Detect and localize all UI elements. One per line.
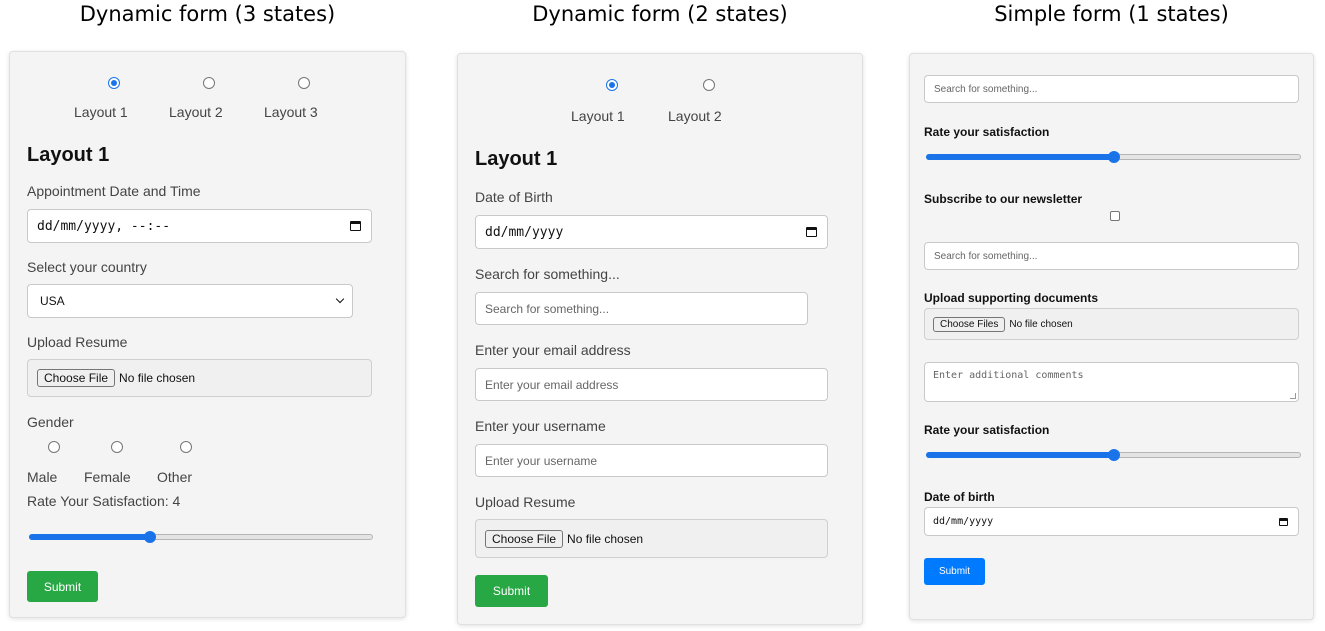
gender-other-radio[interactable]	[180, 441, 192, 453]
dob-label: Date of Birth	[475, 189, 553, 205]
form2-title: Dynamic form (2 states)	[532, 2, 788, 26]
choose-file-button[interactable]: Choose File	[37, 369, 116, 387]
country-select[interactable]: USA	[27, 284, 353, 318]
resume-file-input[interactable]: Choose File No file chosen	[475, 519, 828, 558]
form2-card: Layout 1 Layout 2 Layout 1 Date of Birth…	[457, 53, 863, 625]
comments-textarea[interactable]: Enter additional comments	[924, 362, 1299, 402]
docs-label: Upload supporting documents	[924, 291, 1098, 305]
layout2-radio[interactable]	[703, 79, 715, 91]
resume-file-input[interactable]: Choose File No file chosen	[27, 359, 372, 397]
dob-value: dd/mm/yyyy	[933, 516, 994, 527]
layout2-label[interactable]: Layout 2	[668, 108, 722, 124]
gender-male-label[interactable]: Male	[27, 469, 57, 485]
form1-card: Layout 1 Layout 2 Layout 3 Layout 1 Appo…	[9, 51, 406, 618]
form1-title: Dynamic form (3 states)	[79, 2, 336, 26]
layout1-radio[interactable]	[606, 79, 618, 91]
file-status: No file chosen	[119, 371, 196, 385]
country-value: USA	[40, 294, 65, 308]
gender-female-label[interactable]: Female	[84, 469, 131, 485]
username-placeholder: Enter your username	[485, 453, 598, 468]
file-status: No file chosen	[567, 531, 644, 546]
layout1-label[interactable]: Layout 1	[571, 108, 625, 124]
search-input-1[interactable]: Search for something...	[924, 75, 1299, 103]
layout2-label[interactable]: Layout 2	[169, 104, 223, 120]
resume-label: Upload Resume	[475, 494, 576, 510]
calendar-icon[interactable]	[350, 221, 361, 231]
satisfaction-label: Rate Your Satisfaction: 4	[27, 493, 181, 509]
calendar-icon[interactable]	[1279, 517, 1288, 526]
layout3-radio[interactable]	[298, 77, 310, 89]
email-input[interactable]: Enter your email address	[475, 368, 828, 401]
slider-fill	[29, 534, 150, 540]
appointment-value: dd/mm/yyyy, --:--	[37, 218, 171, 234]
dob-label: Date of birth	[924, 490, 995, 504]
satisfaction-slider-2[interactable]	[926, 449, 1301, 461]
form3-card: Search for something... Rate your satisf…	[909, 53, 1314, 620]
submit-button[interactable]: Submit	[475, 575, 548, 607]
docs-file-input[interactable]: Choose Files No file chosen	[924, 308, 1299, 340]
search-input-2[interactable]: Search for something...	[924, 242, 1299, 270]
search-input[interactable]: Search for something...	[475, 292, 808, 325]
gender-female-radio[interactable]	[111, 441, 123, 453]
layout3-label[interactable]: Layout 3	[264, 104, 318, 120]
choose-files-button[interactable]: Choose Files	[933, 316, 1006, 332]
satisfaction-slider-1[interactable]	[926, 151, 1301, 163]
resume-label: Upload Resume	[27, 334, 128, 350]
gender-male-radio[interactable]	[48, 441, 60, 453]
choose-file-button[interactable]: Choose File	[485, 529, 564, 548]
newsletter-label: Subscribe to our newsletter	[924, 192, 1083, 206]
file-status: No file chosen	[1009, 318, 1073, 330]
country-label: Select your country	[27, 259, 147, 275]
dob-value: dd/mm/yyyy	[485, 224, 564, 240]
submit-button[interactable]: Submit	[924, 558, 985, 585]
gender-label: Gender	[27, 414, 74, 430]
layout1-label[interactable]: Layout 1	[74, 104, 128, 120]
gender-other-label[interactable]: Other	[157, 469, 192, 485]
resize-grip-icon[interactable]	[1290, 393, 1296, 399]
form2-heading: Layout 1	[475, 148, 558, 170]
username-input[interactable]: Enter your username	[475, 444, 828, 477]
dob-input[interactable]: dd/mm/yyyy	[924, 507, 1299, 536]
newsletter-checkbox[interactable]	[1110, 211, 1120, 221]
submit-button[interactable]: Submit	[27, 571, 98, 602]
form1-heading: Layout 1	[27, 144, 110, 166]
slider-thumb[interactable]	[144, 531, 156, 543]
dob-input[interactable]: dd/mm/yyyy	[475, 215, 828, 249]
appointment-label: Appointment Date and Time	[27, 183, 201, 199]
satisfaction-label-2: Rate your satisfaction	[924, 423, 1050, 437]
username-label: Enter your username	[475, 418, 606, 434]
email-placeholder: Enter your email address	[485, 377, 619, 392]
satisfaction-label-1: Rate your satisfaction	[924, 125, 1050, 139]
search-label: Search for something...	[475, 266, 620, 282]
form3-title: Simple form (1 states)	[994, 2, 1229, 26]
email-label: Enter your email address	[475, 342, 631, 358]
search-placeholder: Search for something...	[485, 301, 610, 316]
layout2-radio[interactable]	[203, 77, 215, 89]
appointment-datetime-input[interactable]: dd/mm/yyyy, --:--	[27, 209, 372, 243]
search-placeholder-2: Search for something...	[934, 250, 1038, 262]
comments-placeholder: Enter additional comments	[933, 370, 1084, 381]
chevron-down-icon	[335, 294, 345, 304]
slider-fill	[926, 154, 1114, 160]
slider-fill	[926, 452, 1114, 458]
calendar-icon[interactable]	[806, 227, 817, 237]
satisfaction-slider[interactable]	[29, 531, 373, 543]
layout1-radio[interactable]	[108, 77, 120, 89]
slider-thumb[interactable]	[1108, 151, 1120, 163]
slider-thumb[interactable]	[1108, 449, 1120, 461]
search-placeholder-1: Search for something...	[934, 83, 1038, 95]
